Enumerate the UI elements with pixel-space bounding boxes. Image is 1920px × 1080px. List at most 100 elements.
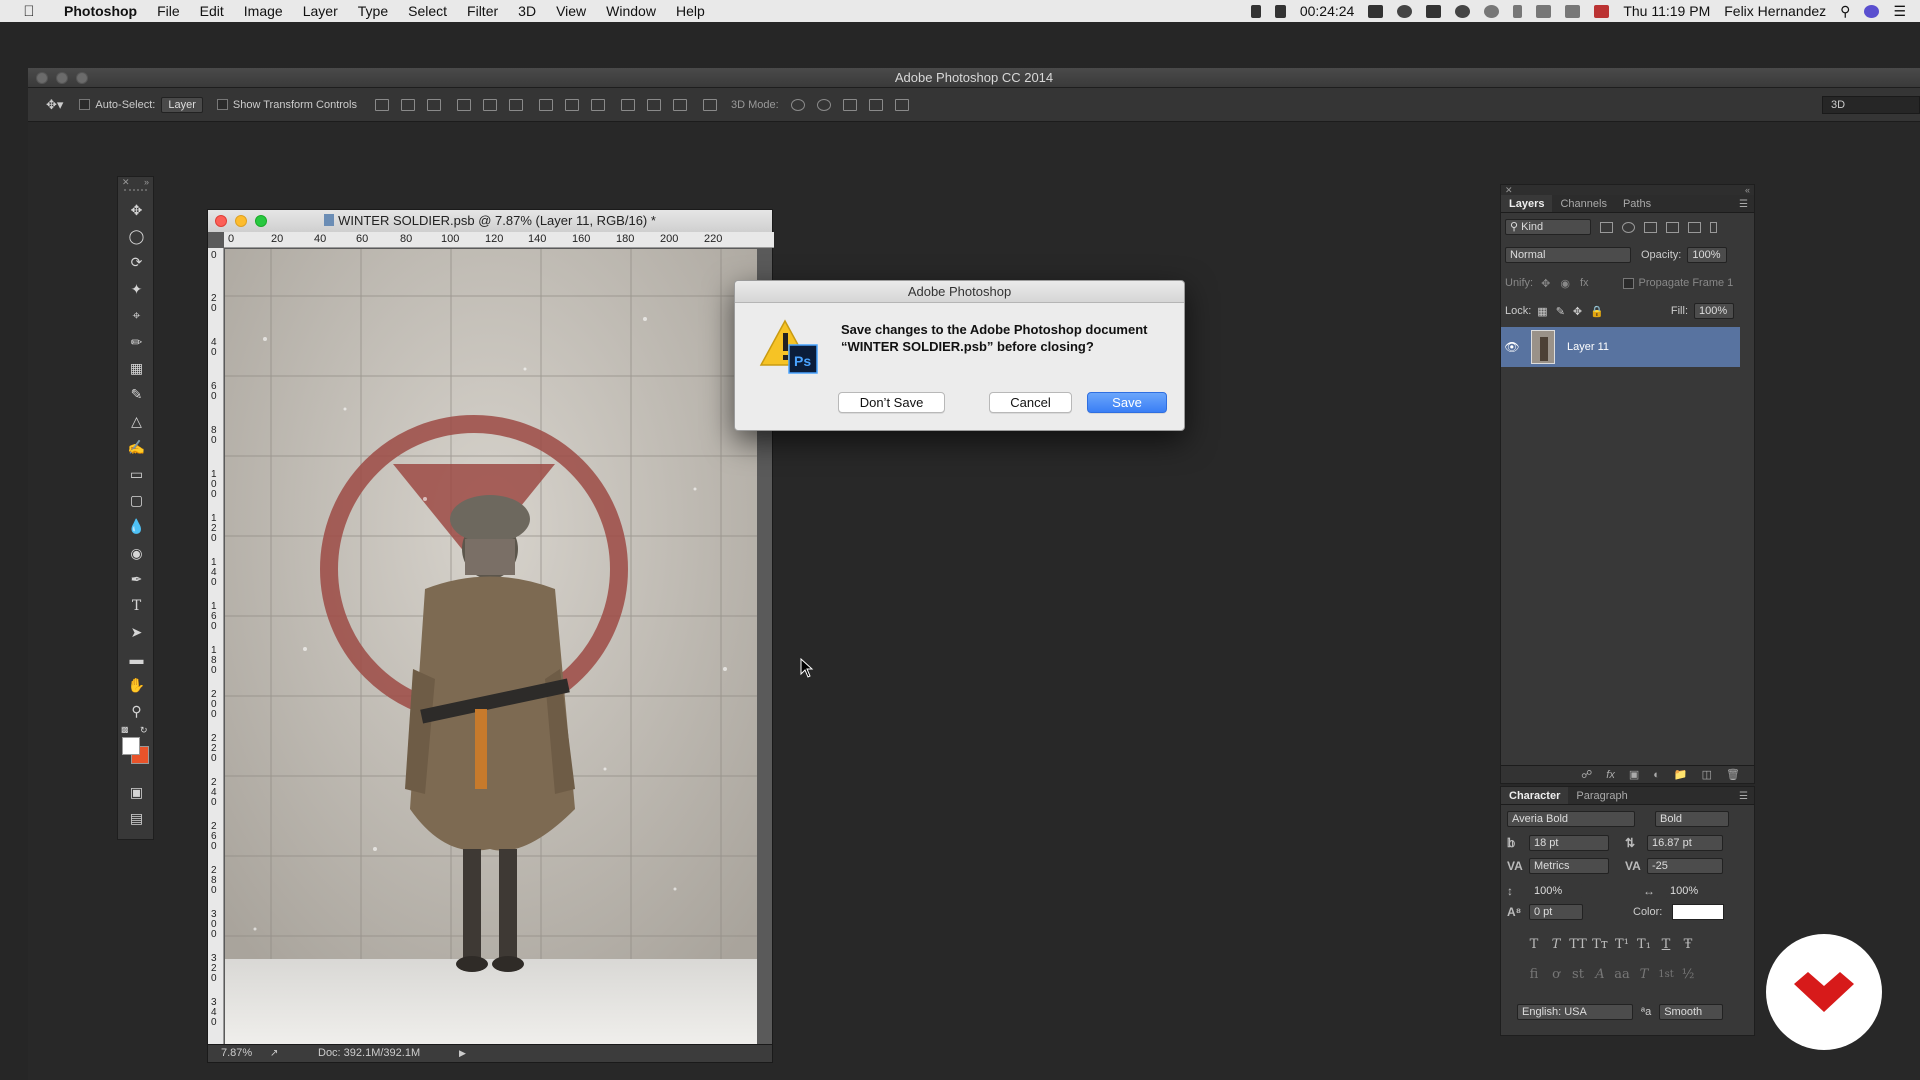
adjustment-layer-icon[interactable]: ◐ [1653,769,1660,781]
faux-bold-button[interactable]: T [1523,937,1545,952]
hand-tool-icon[interactable]: ✋ [118,672,155,698]
leading-field[interactable]: 16.87 pt [1647,835,1723,851]
path-selection-tool-icon[interactable]: ➤ [118,619,155,645]
crop-tool-icon[interactable]: ⌖ [118,303,155,329]
ornaments-button[interactable]: T [1633,967,1655,982]
dodge-tool-icon[interactable]: ◉ [118,540,155,566]
screen-mode-icon[interactable]: ▤ [118,805,155,831]
eyedropper-tool-icon[interactable]: ✏ [118,329,155,355]
notification-center-icon[interactable]: ☰ [1893,3,1906,20]
move-tool-icon[interactable]: ✥ [118,197,155,223]
menubar-app-icon[interactable] [1368,4,1384,18]
window-zoom-button[interactable] [76,72,88,84]
layer-filter-dropdown[interactable]: ⚲ Kind [1505,219,1591,235]
align-left-icon[interactable] [456,98,471,111]
show-transform-checkbox[interactable] [216,99,228,110]
lock-all-icon[interactable]: 🔒 [1590,305,1604,318]
subscript-button[interactable]: T₁ [1633,937,1655,952]
status-menu-icon[interactable]: ▶ [459,1045,466,1062]
titling-button[interactable]: aa [1611,967,1633,982]
blend-mode-dropdown[interactable]: Normal [1505,247,1631,263]
bluetooth-icon[interactable] [1513,4,1523,18]
antialias-dropdown[interactable]: Smooth [1659,1004,1724,1020]
eraser-tool-icon[interactable]: ▭ [118,461,155,487]
vertical-ruler[interactable]: 0 20 40 60 80 100 120 140 160 180 200 22… [208,248,224,1046]
distribute-bottom-icon[interactable] [590,98,605,111]
foreground-color-swatch[interactable] [122,736,140,755]
menu-app[interactable]: Photoshop [54,0,147,22]
filter-type-icon[interactable] [1644,221,1657,233]
stylistic-alternates-button[interactable]: A [1589,967,1611,982]
distribute-left-icon[interactable] [620,98,635,111]
superscript-button[interactable]: T¹ [1611,937,1633,952]
canvas-artwork[interactable] [225,249,757,1046]
magic-wand-tool-icon[interactable]: ✦ [118,276,155,302]
doc-zoom-button[interactable] [255,215,267,227]
filter-smart-object-icon[interactable] [1688,221,1701,233]
dropbox-icon[interactable] [1426,4,1442,18]
layers-panel-menu-icon[interactable]: ☰ [1739,199,1748,210]
tab-character[interactable]: Character [1501,787,1569,804]
spotlight-icon[interactable]: ⚲ [1840,3,1850,20]
quick-mask-icon[interactable]: ▣ [118,779,155,805]
zoom-tool-icon[interactable]: ⚲ [118,698,155,724]
language-dropdown[interactable]: English: USA [1517,1004,1633,1020]
filter-pixel-icon[interactable] [1600,221,1613,233]
new-group-icon[interactable]: 📁 [1674,768,1688,781]
character-panel-menu-icon[interactable]: ☰ [1739,791,1748,802]
save-button[interactable]: Save [1087,392,1167,413]
tools-grip[interactable] [124,189,147,195]
align-bottom-icon[interactable] [426,98,441,111]
tools-close-icon[interactable]: ✕ [122,177,130,187]
layer-style-icon[interactable]: fx [1606,769,1615,781]
rectangle-tool-icon[interactable]: ▬ [118,646,155,672]
lock-transparent-icon[interactable]: ▦ [1537,305,1547,318]
horizontal-scale-field[interactable]: 100% [1665,883,1719,899]
menu-file[interactable]: File [147,0,190,22]
default-colors-icon[interactable]: ▩ [121,725,129,734]
workspace-selector[interactable]: 3D [1822,96,1920,114]
tracking-field[interactable]: -25 [1647,858,1723,874]
panel-collapse-icon[interactable]: « [1745,185,1750,195]
menu-edit[interactable]: Edit [190,0,234,22]
dont-save-button[interactable]: Don’t Save [838,392,945,413]
healing-brush-tool-icon[interactable]: ▦ [118,355,155,381]
volume-icon[interactable] [1565,4,1581,18]
baseline-shift-field[interactable]: 0 pt [1529,904,1583,920]
distribute-top-icon[interactable] [538,98,553,111]
auto-align-icon[interactable] [702,98,717,111]
lock-image-icon[interactable]: ✎ [1556,305,1565,318]
auto-select-dropdown[interactable]: Layer [161,96,203,113]
menu-image[interactable]: Image [234,0,293,22]
align-vcenter-icon[interactable] [400,98,415,111]
marquee-tool-icon[interactable]: ◯ [118,223,155,249]
menu-type[interactable]: Type [348,0,398,22]
menu-help[interactable]: Help [666,0,715,22]
window-close-button[interactable] [36,72,48,84]
all-caps-button[interactable]: TT [1567,937,1589,952]
link-layers-icon[interactable]: ☍ [1581,768,1592,781]
unify-position-icon[interactable]: ✥ [1541,277,1550,290]
opacity-field[interactable]: 100% [1687,247,1728,263]
menu-select[interactable]: Select [398,0,457,22]
font-style-dropdown[interactable]: Bold [1655,811,1729,827]
3d-pan-icon[interactable] [842,98,857,111]
menu-filter[interactable]: Filter [457,0,508,22]
font-size-field[interactable]: 18 pt [1529,835,1609,851]
filter-adjustment-icon[interactable] [1622,221,1635,233]
3d-rotate-icon[interactable] [790,98,805,111]
cancel-button[interactable]: Cancel [989,392,1072,413]
add-mask-icon[interactable]: ▣ [1629,768,1639,781]
user-name[interactable]: Felix Hernandez [1724,3,1826,19]
zoom-level[interactable]: 7.87% [221,1045,252,1062]
sync-icon[interactable] [1455,4,1471,18]
swash-button[interactable]: st [1567,967,1589,982]
filter-shape-icon[interactable] [1666,221,1679,233]
font-family-dropdown[interactable]: Averia Bold [1507,811,1635,827]
menu-view[interactable]: View [546,0,596,22]
distribute-vcenter-icon[interactable] [564,98,579,111]
tab-paragraph[interactable]: Paragraph [1568,787,1635,804]
fractions-button[interactable]: ½ [1677,967,1699,982]
ordinals-button[interactable]: 1st [1655,969,1677,980]
clock[interactable]: Thu 11:19 PM [1623,3,1710,19]
